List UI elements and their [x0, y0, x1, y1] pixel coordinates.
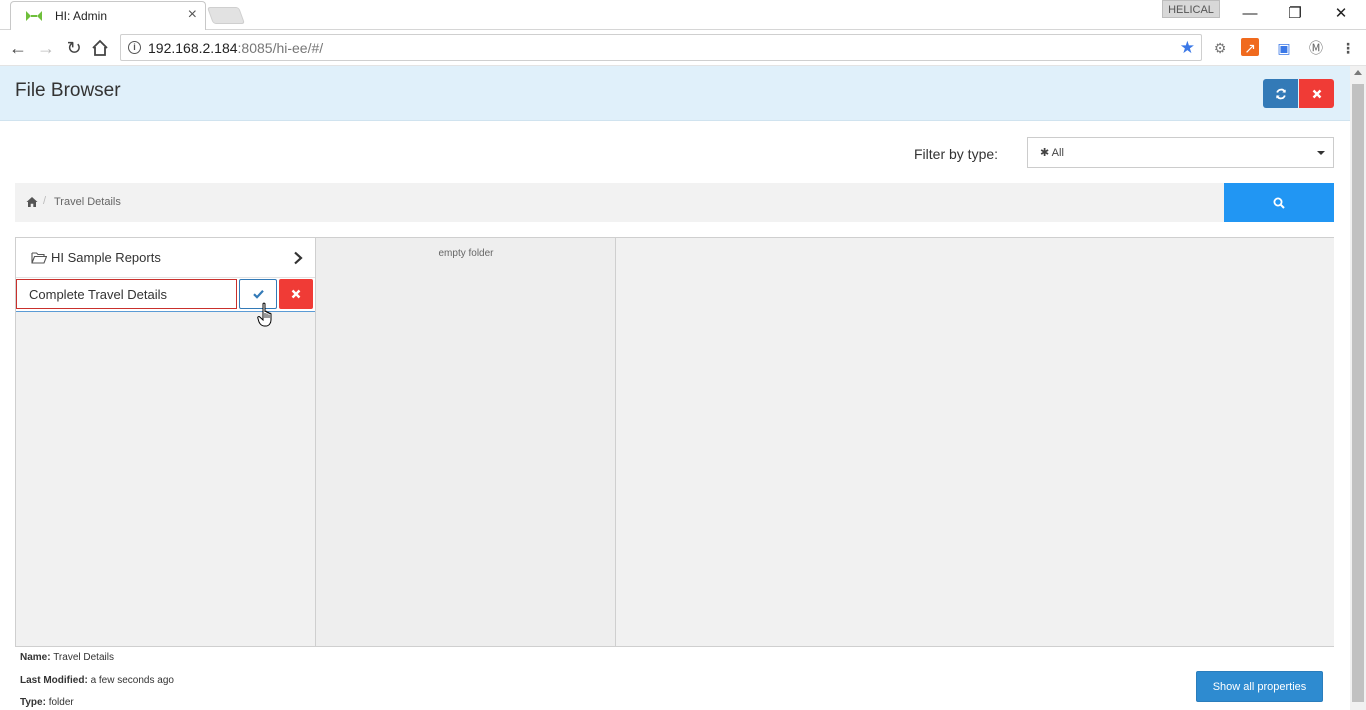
window-close-icon[interactable]: ✕ — [1326, 3, 1356, 25]
close-panel-button[interactable] — [1299, 79, 1334, 108]
extension-chart-icon[interactable]: ↗ — [1241, 38, 1259, 56]
file-browser-app: File Browser Filter by type: ✱ All / Tra… — [0, 66, 1350, 710]
forward-arrow-icon[interactable]: → — [34, 36, 58, 60]
refresh-icon — [1275, 88, 1286, 99]
chevron-down-icon — [1317, 151, 1325, 155]
rename-input[interactable] — [16, 279, 237, 309]
check-icon — [252, 290, 264, 299]
folder-contents-pane: empty folder — [316, 238, 616, 646]
browser-tab-strip: HI: Admin × HELICAL — ❐ ✕ — [0, 0, 1366, 30]
tab-close-icon[interactable]: × — [188, 6, 197, 24]
folder-list-pane: HI Sample Reports — [16, 238, 316, 646]
refresh-button[interactable] — [1263, 79, 1298, 108]
browser-tab[interactable]: HI: Admin × — [10, 1, 206, 30]
folder-open-icon — [31, 252, 47, 264]
breadcrumb-separator: / — [43, 195, 47, 207]
extension-tab-icon[interactable]: ▣ — [1274, 38, 1294, 58]
show-all-properties-button[interactable]: Show all properties — [1196, 671, 1323, 702]
filter-type-select[interactable]: ✱ All — [1027, 137, 1334, 168]
breadcrumb-current[interactable]: Travel Details — [54, 196, 121, 208]
home-button-icon[interactable] — [90, 38, 110, 58]
close-icon — [291, 289, 301, 299]
page-scrollbar[interactable] — [1350, 66, 1366, 710]
property-type: Type: folder — [20, 697, 74, 708]
url-text: 192.168.2.184:8085/hi-ee/#/ — [148, 40, 324, 56]
list-item-folder[interactable]: HI Sample Reports — [16, 238, 315, 278]
address-bar[interactable]: i 192.168.2.184:8085/hi-ee/#/ ★ — [120, 34, 1202, 61]
property-name: Name: Travel Details — [20, 652, 114, 663]
reload-icon[interactable]: ↻ — [62, 36, 86, 60]
search-icon — [1273, 197, 1285, 209]
page-header: File Browser — [0, 66, 1350, 121]
chevron-right-icon[interactable] — [291, 251, 305, 265]
close-icon — [1312, 89, 1321, 98]
bookmark-star-icon[interactable]: ★ — [1180, 38, 1195, 58]
folder-name: HI Sample Reports — [51, 250, 161, 265]
browser-toolbar: ← → ↻ i 192.168.2.184:8085/hi-ee/#/ ★ ⚙ … — [0, 30, 1366, 66]
extension-gear-icon[interactable]: ⚙ — [1210, 38, 1230, 58]
scrollbar-thumb[interactable] — [1352, 84, 1364, 702]
empty-folder-text: empty folder — [438, 248, 494, 259]
profile-badge[interactable]: HELICAL — [1162, 0, 1220, 18]
minimize-icon[interactable]: — — [1235, 3, 1265, 25]
cancel-rename-button[interactable] — [279, 279, 313, 309]
extension-m-icon[interactable]: Ⓜ — [1306, 38, 1326, 58]
search-button[interactable] — [1224, 183, 1334, 222]
preview-pane — [616, 238, 1334, 646]
tab-title: HI: Admin — [55, 9, 108, 23]
filter-selected-value: ✱ All — [1040, 147, 1064, 159]
page-title: File Browser — [15, 80, 121, 101]
menu-dots-icon[interactable]: ⋮ — [1338, 38, 1358, 58]
scroll-up-arrow-icon[interactable] — [1354, 70, 1362, 75]
file-panes: HI Sample Reports e — [15, 237, 1334, 647]
back-arrow-icon[interactable]: ← — [6, 36, 30, 60]
favicon-icon — [26, 11, 42, 21]
restore-icon[interactable]: ❐ — [1280, 3, 1310, 25]
info-icon[interactable]: i — [128, 41, 141, 54]
home-icon[interactable] — [26, 196, 38, 208]
breadcrumb: / Travel Details — [15, 183, 1224, 222]
new-tab-button[interactable] — [206, 7, 246, 24]
property-last-modified: Last Modified: a few seconds ago — [20, 675, 174, 686]
filter-label: Filter by type: — [914, 146, 999, 162]
hand-cursor-icon — [257, 302, 272, 327]
